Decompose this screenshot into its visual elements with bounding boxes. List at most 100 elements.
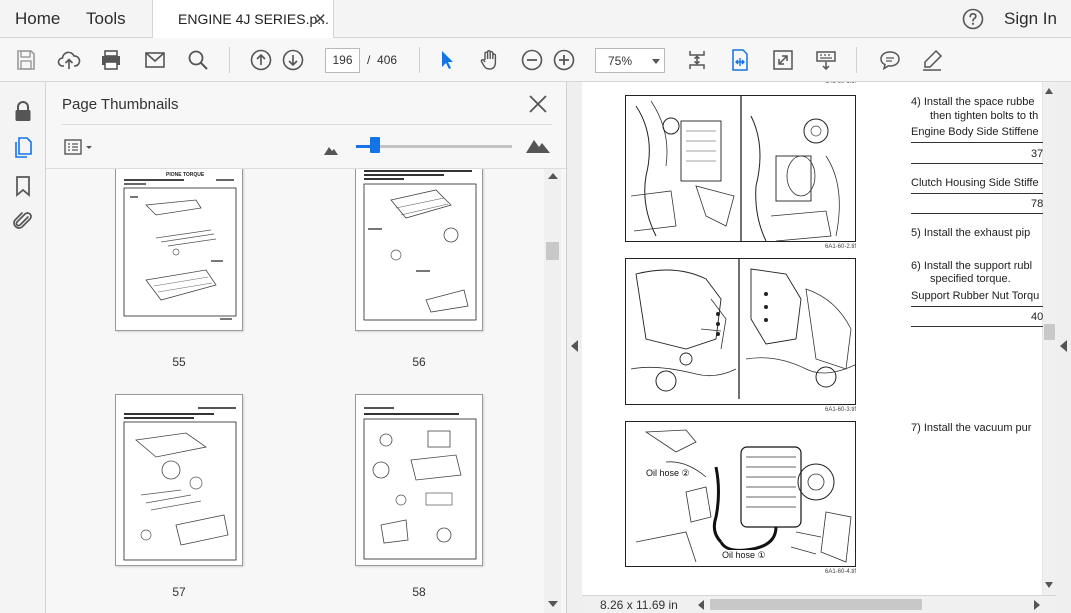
step-5-text: 5) Install the exhaust pip: [911, 227, 1031, 239]
larger-thumbnails-icon[interactable]: [526, 137, 550, 158]
page-thumbnails-icon[interactable]: [11, 136, 35, 160]
page-total: / 406: [367, 53, 398, 67]
scrollbar-thumb[interactable]: [546, 242, 559, 260]
home-menu[interactable]: Home: [15, 0, 60, 38]
horizontal-scrollbar-thumb[interactable]: [710, 599, 922, 610]
figure-code: 6A1-60-3.tif: [825, 407, 857, 413]
previous-page-icon[interactable]: [249, 48, 273, 72]
top-tab-bar: Home Tools ENGINE 4J SERIES.p... ✕ Sign …: [0, 0, 1071, 39]
panel-title: Page Thumbnails: [62, 96, 179, 113]
spec-label: Clutch Housing Side Stiffe: [911, 177, 1039, 189]
oil-hose-2-label: Oil hose ②: [645, 468, 691, 479]
expand-right-panel-icon[interactable]: [1060, 340, 1067, 352]
close-icon[interactable]: [528, 94, 548, 114]
left-navigation-rail: [0, 82, 46, 613]
thumbnail-page-58[interactable]: [355, 394, 483, 566]
status-bar: 8.26 x 11.69 in: [582, 595, 1056, 613]
toolbar-separator: [419, 47, 420, 73]
spec-rule: [911, 142, 1051, 143]
step-7-text: 7) Install the vacuum pur: [911, 422, 1032, 434]
document-tab[interactable]: ENGINE 4J SERIES.p... ✕: [152, 0, 334, 39]
zoom-out-icon[interactable]: [520, 48, 544, 72]
spec-label: Engine Body Side Stiffene: [911, 126, 1039, 138]
spec-rule: [911, 193, 1051, 194]
thumbnail-page-number: 55: [172, 355, 186, 369]
main-toolbar: 196 / 406 75%: [0, 38, 1071, 82]
document-vertical-scrollbar[interactable]: [1043, 82, 1056, 595]
figure-engine-mount-right: [625, 258, 856, 405]
document-page: 6A1-60-1.tif 6A1-60-2.tif 6A1-60-3.tif O…: [582, 82, 1051, 595]
help-icon[interactable]: [962, 8, 984, 30]
figure-code: 6A1-60-4.tif: [825, 569, 857, 575]
highlight-icon[interactable]: [920, 48, 944, 72]
thumbnail-page-number: 57: [172, 585, 186, 599]
smaller-thumbnails-icon[interactable]: [324, 142, 338, 160]
spec-label: Support Rubber Nut Torqu: [911, 290, 1040, 302]
thumbnail-page-55[interactable]: PIONE TORQUE: [115, 169, 243, 331]
full-screen-icon[interactable]: [771, 48, 795, 72]
next-page-icon[interactable]: [281, 48, 305, 72]
step-4-text: 4) Install the space rubbe: [911, 96, 1035, 108]
panel-collapse-strip[interactable]: [566, 82, 582, 613]
chevron-down-icon: [652, 59, 660, 64]
step-6-text: 6) Install the support rubl: [911, 260, 1033, 272]
step-4-text-cont: then tighten bolts to th: [930, 110, 1039, 122]
zoom-in-icon[interactable]: [552, 48, 576, 72]
figure-code: 6A1-60-2.tif: [825, 244, 857, 250]
spec-rule: [911, 306, 1051, 307]
search-icon[interactable]: [186, 48, 210, 72]
cloud-upload-icon[interactable]: [57, 48, 81, 72]
scrollbar-thumb[interactable]: [1044, 324, 1055, 340]
spec-rule: [911, 213, 1051, 214]
select-tool-icon[interactable]: [435, 48, 459, 72]
lock-icon[interactable]: [11, 99, 35, 123]
zoom-select[interactable]: 75%: [595, 48, 665, 73]
scroll-down-icon[interactable]: [1045, 582, 1053, 588]
panel-divider: [62, 124, 552, 125]
right-panel-strip[interactable]: [1056, 82, 1071, 613]
toolbar-separator: [856, 47, 857, 73]
scroll-right-icon[interactable]: [1034, 600, 1040, 610]
thumbnail-page-number: 56: [412, 355, 426, 369]
spec-value: 78: [1031, 198, 1044, 210]
scroll-down-icon[interactable]: [548, 601, 558, 607]
figure-vacuum-pump: Oil hose ② Oil hose ①: [625, 421, 856, 567]
collapse-panel-icon[interactable]: [571, 340, 578, 352]
spec-rule: [911, 163, 1051, 164]
save-icon[interactable]: [14, 48, 38, 72]
scroll-up-icon[interactable]: [1045, 88, 1053, 94]
thumbnail-page-57[interactable]: [115, 394, 243, 566]
sign-in-link[interactable]: Sign In: [1004, 0, 1057, 38]
page-number-input[interactable]: 196: [325, 48, 360, 73]
scroll-left-icon[interactable]: [698, 600, 704, 610]
bookmark-icon[interactable]: [11, 174, 35, 198]
spec-rule: [911, 326, 1051, 327]
spec-value: 37: [1031, 148, 1044, 160]
spec-value: 40: [1031, 311, 1044, 323]
close-tab-icon[interactable]: ✕: [314, 10, 327, 28]
comment-icon[interactable]: [878, 48, 902, 72]
thumbnail-scrollbar[interactable]: [544, 169, 561, 613]
fit-page-icon[interactable]: [685, 48, 709, 72]
thumbnail-options-button[interactable]: [64, 138, 96, 156]
oil-hose-1-label: Oil hose ①: [721, 550, 767, 561]
slider-knob[interactable]: [370, 137, 380, 153]
print-icon[interactable]: [99, 48, 123, 72]
tools-menu[interactable]: Tools: [86, 0, 126, 38]
fit-width-icon[interactable]: [728, 48, 752, 72]
step-6-text-cont: specified torque.: [930, 273, 1011, 285]
page-size-readout: 8.26 x 11.69 in: [600, 598, 678, 612]
document-view[interactable]: 6A1-60-1.tif 6A1-60-2.tif 6A1-60-3.tif O…: [582, 82, 1053, 595]
scroll-up-icon[interactable]: [548, 173, 558, 179]
thumbnail-list: PIONE TORQUE 55 56 57 58: [46, 169, 544, 613]
email-icon[interactable]: [143, 48, 167, 72]
toolbar-separator: [229, 47, 230, 73]
thumbnail-page-number: 58: [412, 585, 426, 599]
zoom-value: 75%: [608, 54, 633, 68]
attachment-icon[interactable]: [11, 209, 35, 233]
figure-engine-mount-left: [625, 95, 856, 242]
hand-tool-icon[interactable]: [477, 48, 501, 72]
keyboard-icon[interactable]: [814, 48, 838, 72]
thumbnail-page-56[interactable]: [355, 169, 483, 331]
thumbnail-heading: PIONE TORQUE: [166, 172, 205, 178]
